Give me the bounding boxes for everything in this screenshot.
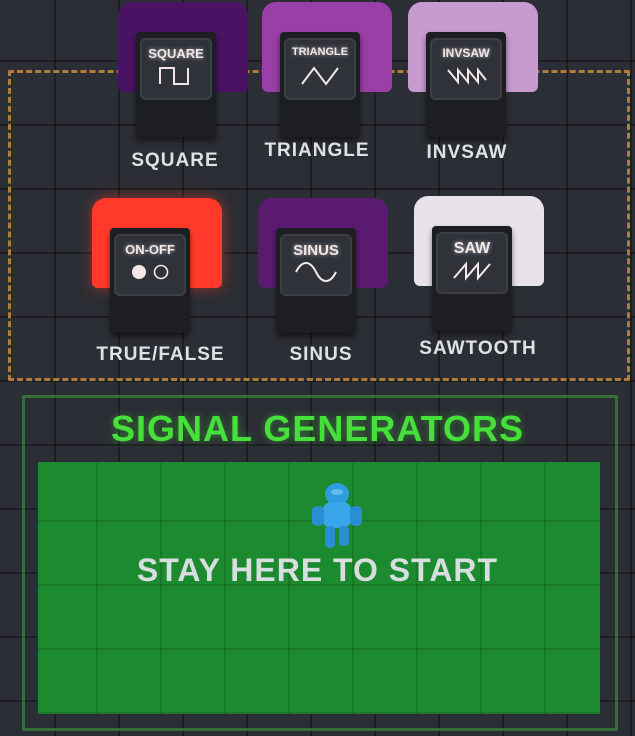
inverse-sawtooth-wave-icon [447,67,487,85]
generator-label-onoff: TRUE/FALSE [96,344,225,365]
generator-onoff[interactable]: ON-OFF [92,198,222,343]
screen-text: INVSAW [442,46,490,60]
triangle-wave-icon [301,66,339,86]
generator-label-saw: SAWTOOTH [419,338,537,359]
sine-wave-icon [295,262,337,282]
generator-screen: ON-OFF [114,234,186,296]
screen-text: TRIANGLE [291,46,349,58]
generator-screen: SAW [436,232,508,294]
generator-label-sinus: SINUS [289,344,353,365]
generator-sinus[interactable]: SINUS [258,198,388,343]
square-wave-icon [159,67,189,85]
generator-label-square: SQUARE [131,150,219,171]
generator-label-triangle: TRIANGLE [264,140,370,161]
sawtooth-wave-icon [453,261,491,281]
screen-text: SQUARE [148,46,204,61]
generator-triangle[interactable]: TRIANGLE [262,2,392,147]
screen-text: SAW [453,240,491,257]
player-robot-icon [312,483,362,548]
zone-title: SIGNAL GENERATORS [110,408,525,449]
on-off-circles-icon [132,264,169,280]
generator-label-invsaw: INVSAW [426,142,508,163]
start-instruction: STAY HERE TO START [136,552,499,588]
generator-screen: TRIANGLE [284,38,356,100]
generator-screen: SQUARE [140,38,212,100]
generator-saw[interactable]: SAW [414,196,544,341]
screen-text: ON-OFF [125,242,175,257]
generator-invsaw[interactable]: INVSAW [408,2,538,147]
generator-square[interactable]: SQUARE [118,2,248,147]
generator-screen: INVSAW [430,38,502,100]
screen-text: SINUS [293,242,339,259]
generator-screen: SINUS [280,234,352,296]
